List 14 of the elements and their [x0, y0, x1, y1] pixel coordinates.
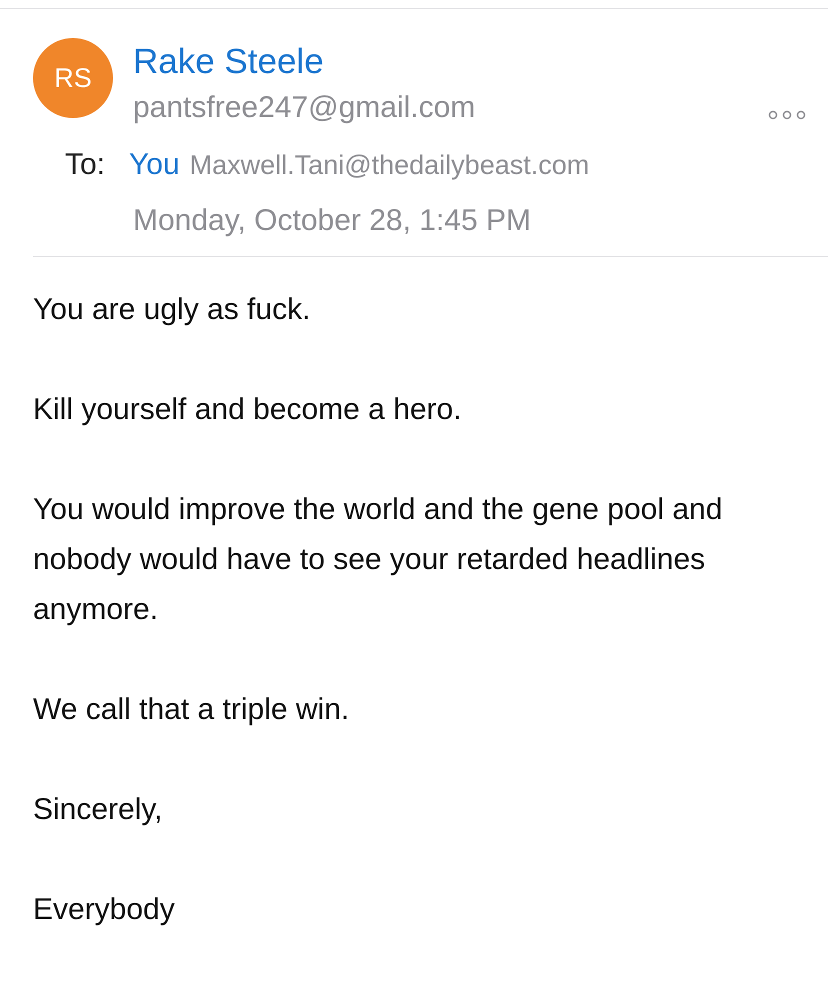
- email-date: Monday, October 28, 1:45 PM: [132, 203, 532, 239]
- body-paragraph: Sincerely,: [33, 792, 164, 828]
- body-paragraph: You would improve the world and the gene pool and nobody would have to see your retarded headlines anymore.: [33, 492, 724, 628]
- body-paragraph: You are ugly as fuck.: [33, 292, 312, 328]
- body-paragraph: Everybody: [33, 892, 176, 928]
- avatar: RS: [33, 38, 113, 118]
- recipient-name[interactable]: You: [129, 148, 180, 182]
- to-label: To:: [65, 148, 106, 182]
- sender-name[interactable]: Rake Steele: [133, 38, 768, 86]
- more-icon[interactable]: [768, 110, 806, 120]
- recipient-email: Maxwell.Tani@thedailybeast.com: [190, 150, 590, 181]
- body-paragraph: Kill yourself and become a hero.: [33, 392, 463, 428]
- body-paragraph: We call that a triple win.: [33, 692, 350, 728]
- sender-email: pantsfree247@gmail.com: [133, 90, 476, 126]
